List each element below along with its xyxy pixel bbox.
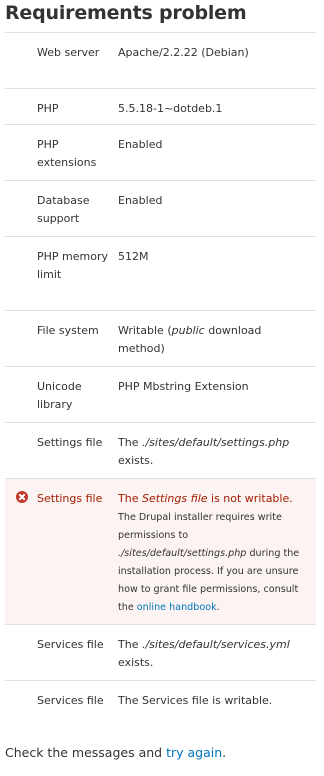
req-row-services-file-writable: Services file The Services file is writa… [5,681,316,739]
req-value: 512M [118,250,149,263]
req-value-emphasis: public [171,324,205,337]
req-value-text: Writable ( [118,324,172,337]
req-value: The Settings file is not writable. The D… [118,490,308,617]
try-again-link[interactable]: try again [166,745,222,760]
req-value-text: The [118,638,142,651]
req-row-database-support: Database support Enabled [5,181,316,237]
error-message: The Settings file is not writable. [118,490,308,508]
req-label: PHP extensions [37,138,97,169]
req-row-unicode-library: Unicode library PHP Mbstring Extension [5,367,316,423]
req-label: Services file [37,694,104,707]
req-value-text: exists. [118,454,154,467]
footer-text: Check the messages and [5,745,167,760]
req-value-text: The [118,436,142,449]
req-row-file-system: File system Writable (public download me… [5,311,316,367]
desc-text: The Drupal installer requires write perm… [118,512,282,541]
req-value: The ./sites/default/settings.php exists. [118,434,308,470]
req-label: Services file [37,638,104,651]
req-value: The ./sites/default/services.yml exists. [118,636,308,672]
req-label: File system [37,324,99,337]
req-row-php: PHP 5.5.18-1~dotdeb.1 [5,89,316,125]
req-label: PHP [37,102,59,115]
req-value-path: ./sites/default/settings.php [141,436,290,449]
req-label: Settings file [37,492,103,505]
req-value: Writable (public download method) [118,322,308,358]
req-value: Enabled [118,138,163,151]
req-value-text: is not writable. [207,492,293,505]
req-label: Web server [37,46,100,59]
req-value: PHP Mbstring Extension [118,380,249,393]
req-value-emphasis: Settings file [141,492,208,505]
req-value: The Services file is writable. [118,694,273,707]
req-label: Database support [37,194,90,225]
error-circle-x-icon [16,491,28,503]
req-value: 5.5.18-1~dotdeb.1 [118,102,223,115]
req-row-settings-file-exists: Settings file The ./sites/default/settin… [5,423,316,479]
page-title: Requirements problem [5,2,247,24]
req-value-path: ./sites/default/services.yml [141,638,290,651]
requirements-table: Web server Apache/2.2.22 (Debian) PHP 5.… [5,32,316,739]
footer-message: Check the messages and try again. [5,743,226,763]
req-value: Apache/2.2.22 (Debian) [118,46,249,59]
footer-text: . [222,745,227,760]
req-label: PHP memory limit [37,250,108,281]
req-value-text: exists. [118,656,154,669]
error-description: The Drupal installer requires write perm… [118,509,308,617]
req-value: Enabled [118,194,163,207]
req-label: Settings file [37,436,103,449]
req-value-text: The [118,492,142,505]
req-row-php-memory-limit: PHP memory limit 512M [5,237,316,311]
req-row-services-file-exists: Services file The ./sites/default/servic… [5,625,316,681]
desc-text: . [216,602,220,613]
req-row-web-server: Web server Apache/2.2.22 (Debian) [5,33,316,89]
req-row-settings-file-error: Settings file The Settings file is not w… [5,479,316,625]
req-label: Unicode library [37,380,82,411]
req-row-php-extensions: PHP extensions Enabled [5,125,316,181]
online-handbook-link[interactable]: online handbook [137,602,217,613]
desc-path: ./sites/default/settings.php [118,548,247,559]
